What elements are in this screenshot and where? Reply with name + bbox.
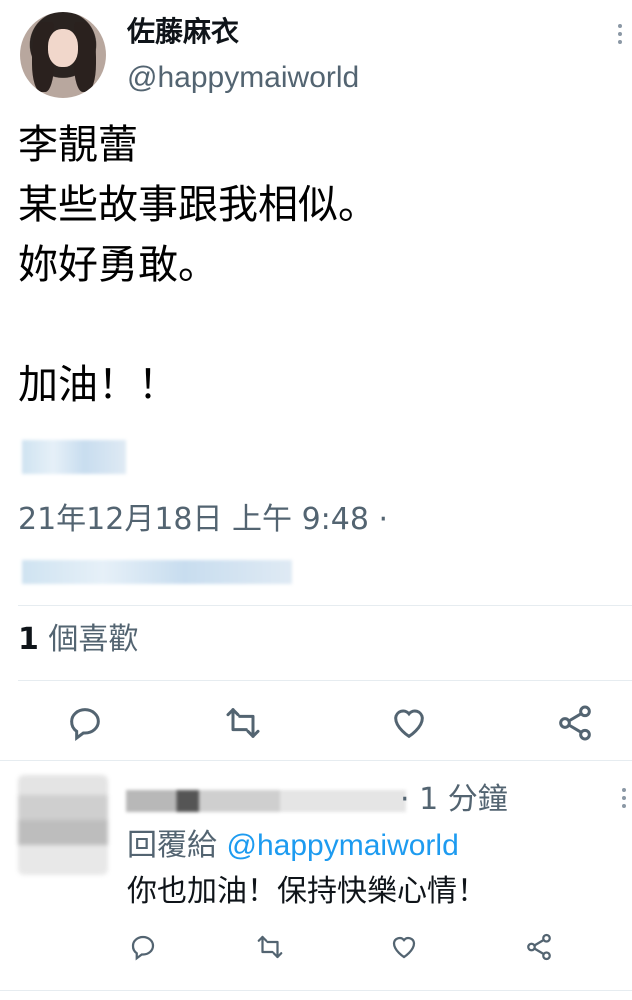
tweet-timestamp[interactable]: 21年12月18日 上午 9:48 · [18, 500, 388, 540]
likes-number: 1 [18, 622, 39, 657]
tweet-text: 李靚蕾 某些故事跟我相似。 妳好勇敢。 加油！！ [18, 115, 618, 415]
share-icon[interactable] [555, 703, 595, 743]
author-name[interactable]: 佐藤麻衣 [127, 14, 239, 50]
divider [18, 605, 632, 606]
avatar-face [48, 29, 78, 67]
divider [18, 680, 632, 681]
reply-author-redacted [126, 790, 406, 812]
reply-timestamp[interactable]: · 1 分鐘 [400, 780, 508, 820]
likes-count[interactable]: 1 個喜歡 [18, 620, 138, 660]
redacted-client-source [22, 560, 292, 584]
tweet-line: 妳好勇敢。 [18, 242, 218, 288]
more-options-icon[interactable] [618, 24, 624, 50]
avatar-hair-right [74, 22, 96, 92]
divider [0, 760, 632, 761]
reply-text: 你也加油！保持快樂心情！ [127, 874, 487, 909]
reply-to-line: 回覆給 @happymaiworld [127, 826, 459, 866]
reply-to-mention[interactable]: @happymaiworld [227, 829, 459, 862]
author-handle[interactable]: @happymaiworld [127, 60, 359, 96]
heart-icon[interactable] [389, 703, 429, 743]
reply-more-options-icon[interactable] [622, 788, 628, 814]
tweet-line: 李靚蕾 [18, 122, 138, 168]
reply-avatar-redacted[interactable] [18, 775, 108, 875]
redacted-translate-link [22, 440, 126, 474]
reply-icon[interactable] [65, 703, 105, 743]
reply-reply-icon[interactable] [128, 932, 158, 962]
tweet-line [18, 295, 618, 355]
tweet-line: 加油！！ [18, 362, 178, 408]
reply-to-label: 回覆給 [127, 828, 227, 863]
retweet-icon[interactable] [223, 703, 263, 743]
likes-label: 個喜歡 [38, 622, 139, 657]
divider [0, 990, 632, 991]
reply-heart-icon[interactable] [389, 932, 419, 962]
reply-share-icon[interactable] [524, 932, 554, 962]
reply-retweet-icon[interactable] [255, 932, 285, 962]
author-avatar[interactable] [20, 12, 106, 98]
tweet-line: 某些故事跟我相似。 [18, 182, 378, 228]
